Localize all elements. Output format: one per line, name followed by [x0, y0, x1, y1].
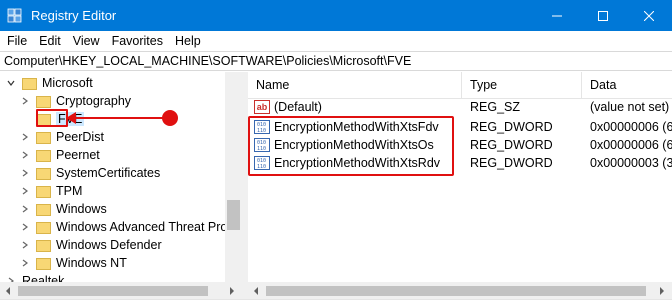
address-bar[interactable]: Computer\HKEY_LOCAL_MACHINE\SOFTWARE\Pol…	[0, 51, 672, 71]
chevron-right-icon[interactable]	[20, 258, 30, 268]
tree-item-microsoft[interactable]: Microsoft	[6, 74, 93, 92]
highlight-box-values	[248, 116, 454, 176]
minimize-button[interactable]	[534, 0, 580, 31]
tree-item-label: PeerDist	[56, 130, 104, 144]
tree-item-label: Microsoft	[42, 76, 93, 90]
menu-file[interactable]: File	[3, 34, 31, 48]
highlight-box-fve	[36, 109, 68, 127]
chevron-right-icon[interactable]	[20, 240, 30, 250]
values-horizontal-scrollbar[interactable]	[248, 282, 672, 300]
value-type: REG_DWORD	[470, 138, 553, 152]
scroll-right-icon	[230, 287, 234, 295]
value-data: 0x00000006 (6)	[590, 120, 672, 134]
value-type: REG_DWORD	[470, 156, 553, 170]
column-header-data[interactable]: Data	[582, 72, 672, 98]
chevron-right-icon[interactable]	[20, 150, 30, 160]
folder-icon	[36, 203, 51, 216]
tree-item-windows-defender[interactable]: Windows Defender	[20, 236, 162, 254]
folder-icon	[36, 167, 51, 180]
folder-icon	[36, 131, 51, 144]
tree-item-label: Windows	[56, 202, 107, 216]
tree-item-systemcertificates[interactable]: SystemCertificates	[20, 164, 160, 182]
menu-bar: File Edit View Favorites Help	[0, 31, 672, 51]
tree-item-windows-advanced-threat-protection[interactable]: Windows Advanced Threat Prot	[20, 218, 231, 236]
tree-item-label: Windows Advanced Threat Prot	[56, 220, 231, 234]
column-header-name[interactable]: Name	[248, 72, 462, 98]
value-name: (Default)	[274, 100, 322, 114]
chevron-right-icon[interactable]	[20, 222, 30, 232]
folder-icon	[22, 77, 37, 90]
scroll-left-icon	[254, 287, 258, 295]
value-type: REG_SZ	[470, 100, 521, 114]
value-data: 0x00000006 (6)	[590, 138, 672, 152]
folder-icon	[36, 239, 51, 252]
scrollbar-thumb[interactable]	[266, 286, 646, 296]
scrollbar-thumb[interactable]	[18, 286, 208, 296]
tree-item-label: TPM	[56, 184, 83, 198]
tree-item-windows-nt[interactable]: Windows NT	[20, 254, 127, 272]
value-row[interactable]: ab (Default) REG_SZ (value not set)	[248, 98, 672, 116]
column-header-type[interactable]: Type	[462, 72, 582, 98]
tree-item-label: SystemCertificates	[56, 166, 161, 180]
window-title: Registry Editor	[31, 8, 117, 23]
scroll-right-icon	[660, 287, 664, 295]
maximize-icon	[598, 10, 608, 21]
tree-item-peernet[interactable]: Peernet	[20, 146, 100, 164]
scroll-left-icon	[6, 287, 10, 295]
tree-item-label: Windows NT	[56, 256, 127, 270]
string-value-icon: ab	[254, 100, 270, 114]
chevron-right-icon[interactable]	[20, 96, 30, 106]
scrollbar-thumb[interactable]	[227, 200, 240, 230]
maximize-button[interactable]	[580, 0, 626, 31]
value-data: 0x00000003 (3)	[590, 156, 672, 170]
menu-view[interactable]: View	[69, 34, 104, 48]
folder-icon	[36, 257, 51, 270]
tree-item-label: Windows Defender	[56, 238, 162, 252]
chevron-right-icon[interactable]	[20, 132, 30, 142]
folder-icon	[36, 95, 51, 108]
title-bar[interactable]: Registry Editor	[0, 0, 672, 31]
tree-horizontal-scrollbar[interactable]	[0, 282, 242, 300]
tree-item-cryptography[interactable]: Cryptography	[20, 92, 131, 110]
folder-icon	[36, 185, 51, 198]
tree-item-label: Peernet	[56, 148, 100, 162]
chevron-right-icon[interactable]	[20, 168, 30, 178]
annotation-dot	[162, 110, 178, 126]
folder-icon	[36, 221, 51, 234]
menu-favorites[interactable]: Favorites	[108, 34, 167, 48]
value-data: (value not set)	[590, 100, 670, 114]
folder-icon	[36, 149, 51, 162]
tree-vertical-scrollbar[interactable]	[225, 72, 242, 282]
close-icon	[644, 10, 654, 21]
registry-editor-icon	[7, 8, 23, 24]
tree-item-tpm[interactable]: TPM	[20, 182, 82, 200]
menu-edit[interactable]: Edit	[35, 34, 65, 48]
chevron-down-icon[interactable]	[6, 78, 16, 88]
tree-item-peerdist[interactable]: PeerDist	[20, 128, 104, 146]
close-button[interactable]	[626, 0, 672, 31]
chevron-right-icon[interactable]	[20, 204, 30, 214]
minimize-icon	[552, 15, 562, 16]
tree-item-windows[interactable]: Windows	[20, 200, 107, 218]
key-tree[interactable]: Microsoft Cryptography FVE PeerDist Peer…	[0, 72, 242, 300]
tree-item-label: Cryptography	[56, 94, 132, 108]
value-type: REG_DWORD	[470, 120, 553, 134]
annotation-arrow-line	[72, 117, 168, 119]
chevron-right-icon[interactable]	[20, 186, 30, 196]
menu-help[interactable]: Help	[171, 34, 205, 48]
values-list[interactable]: Name Type Data ab (Default) REG_SZ (valu…	[248, 72, 672, 300]
